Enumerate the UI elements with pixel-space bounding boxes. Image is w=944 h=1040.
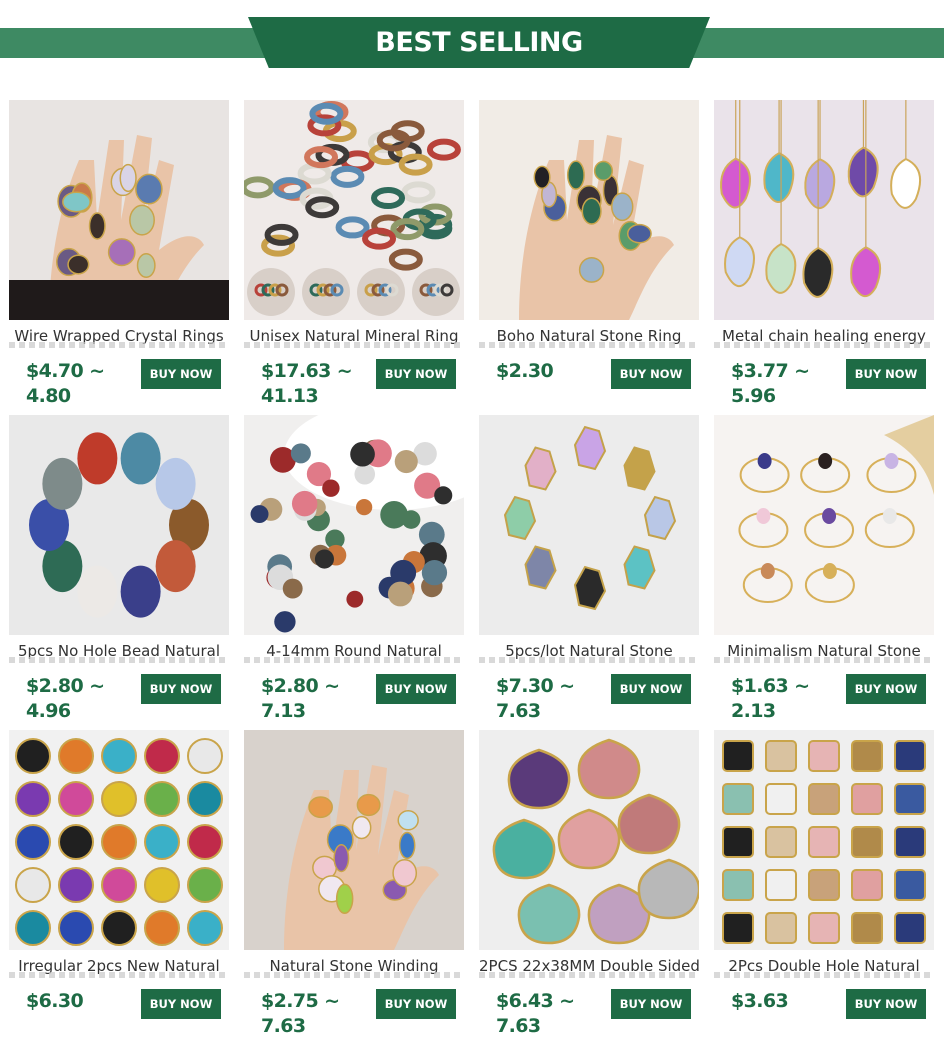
product-title[interactable]: Natural Stone Winding (244, 956, 464, 978)
buy-now-button[interactable]: BUY NOW (141, 359, 221, 389)
product-image[interactable] (479, 730, 699, 950)
product-image-graphic (9, 730, 229, 950)
product-price: $2.30 (496, 360, 554, 382)
buy-now-button[interactable]: BUY NOW (611, 359, 691, 389)
product-price: $1.63 ~ 2.13 (731, 675, 810, 722)
product-card[interactable]: 2PCS 22x38MM Double Sided $6.43 ~ 7.63 BUY… (479, 730, 699, 1040)
product-price: $4.70 ~ 4.80 (26, 360, 105, 407)
product-price: $2.75 ~ 7.63 (261, 990, 340, 1037)
product-title[interactable]: 2Pcs Double Hole Natural (714, 956, 934, 978)
product-image[interactable] (244, 415, 464, 635)
buy-now-button[interactable]: BUY NOW (141, 989, 221, 1019)
buy-now-button[interactable]: BUY NOW (846, 359, 926, 389)
buy-now-button[interactable]: BUY NOW (376, 359, 456, 389)
product-title[interactable]: Boho Natural Stone Ring (479, 326, 699, 348)
product-image-graphic (244, 730, 464, 950)
buy-now-button[interactable]: BUY NOW (611, 989, 691, 1019)
buy-now-button[interactable]: BUY NOW (376, 989, 456, 1019)
product-card[interactable]: Natural Stone Winding $2.75 ~ 7.63 BUY NOW (244, 730, 464, 1040)
product-title[interactable]: 5pcs/lot Natural Stone (479, 641, 699, 663)
buy-now-button[interactable]: BUY NOW (846, 674, 926, 704)
product-card[interactable]: 4-14mm Round Natural $2.80 ~ 7.13 BUY NOW (244, 415, 464, 725)
product-title[interactable]: Minimalism Natural Stone (714, 641, 934, 663)
buy-now-button[interactable]: BUY NOW (846, 989, 926, 1019)
product-image-graphic (244, 100, 464, 320)
product-image-graphic (714, 415, 934, 635)
product-card[interactable]: Boho Natural Stone Ring $2.30 BUY NOW (479, 100, 699, 410)
product-price: $6.30 (26, 990, 84, 1012)
section-title: BEST SELLING (375, 27, 583, 58)
product-image[interactable] (9, 730, 229, 950)
product-title[interactable]: 2PCS 22x38MM Double Sided (479, 956, 699, 978)
product-price: $2.80 ~ 4.96 (26, 675, 105, 722)
product-card[interactable]: Metal chain healing energy $3.77 ~ 5.96 BU… (714, 100, 934, 410)
product-card[interactable]: Wire Wrapped Crystal Rings $4.70 ~ 4.80 BU… (9, 100, 229, 410)
buy-now-button[interactable]: BUY NOW (376, 674, 456, 704)
product-image[interactable] (714, 415, 934, 635)
product-title[interactable]: Unisex Natural Mineral Ring (244, 326, 464, 348)
product-image[interactable] (244, 100, 464, 320)
best-selling-banner: BEST SELLING (0, 0, 944, 80)
product-image[interactable] (479, 415, 699, 635)
product-title[interactable]: Wire Wrapped Crystal Rings (9, 326, 229, 348)
product-price: $7.30 ~ 7.63 (496, 675, 575, 722)
product-title[interactable]: Metal chain healing energy (714, 326, 934, 348)
product-image-graphic (9, 415, 229, 635)
product-image[interactable] (244, 730, 464, 950)
product-price: $3.77 ~ 5.96 (731, 360, 810, 407)
product-image-graphic (714, 730, 934, 950)
product-image[interactable] (9, 415, 229, 635)
product-price: $3.63 (731, 990, 789, 1012)
product-image[interactable] (9, 100, 229, 320)
product-image-graphic (479, 730, 699, 950)
product-title[interactable]: Irregular 2pcs New Natural (9, 956, 229, 978)
product-card[interactable]: 5pcs/lot Natural Stone $7.30 ~ 7.63 BUY NO… (479, 415, 699, 725)
product-image[interactable] (714, 100, 934, 320)
product-card[interactable]: 5pcs No Hole Bead Natural $2.80 ~ 4.96 BUY… (9, 415, 229, 725)
product-price: $17.63 ~ 41.13 (261, 360, 353, 407)
product-title[interactable]: 4-14mm Round Natural (244, 641, 464, 663)
product-price: $6.43 ~ 7.63 (496, 990, 575, 1037)
product-image-graphic (244, 415, 464, 635)
buy-now-button[interactable]: BUY NOW (611, 674, 691, 704)
product-card[interactable]: 2Pcs Double Hole Natural $3.63 BUY NOW (714, 730, 934, 1040)
product-title[interactable]: 5pcs No Hole Bead Natural (9, 641, 229, 663)
product-card[interactable]: Irregular 2pcs New Natural $6.30 BUY NOW (9, 730, 229, 1040)
product-image[interactable] (479, 100, 699, 320)
product-price: $2.80 ~ 7.13 (261, 675, 340, 722)
product-card[interactable]: Minimalism Natural Stone $1.63 ~ 2.13 BUY … (714, 415, 934, 725)
product-image-graphic (479, 415, 699, 635)
buy-now-button[interactable]: BUY NOW (141, 674, 221, 704)
product-image-graphic (714, 100, 934, 320)
product-image[interactable] (714, 730, 934, 950)
product-image-graphic (479, 100, 699, 320)
product-image-graphic (9, 100, 229, 320)
product-card[interactable]: Unisex Natural Mineral Ring $17.63 ~ 41.1… (244, 100, 464, 410)
